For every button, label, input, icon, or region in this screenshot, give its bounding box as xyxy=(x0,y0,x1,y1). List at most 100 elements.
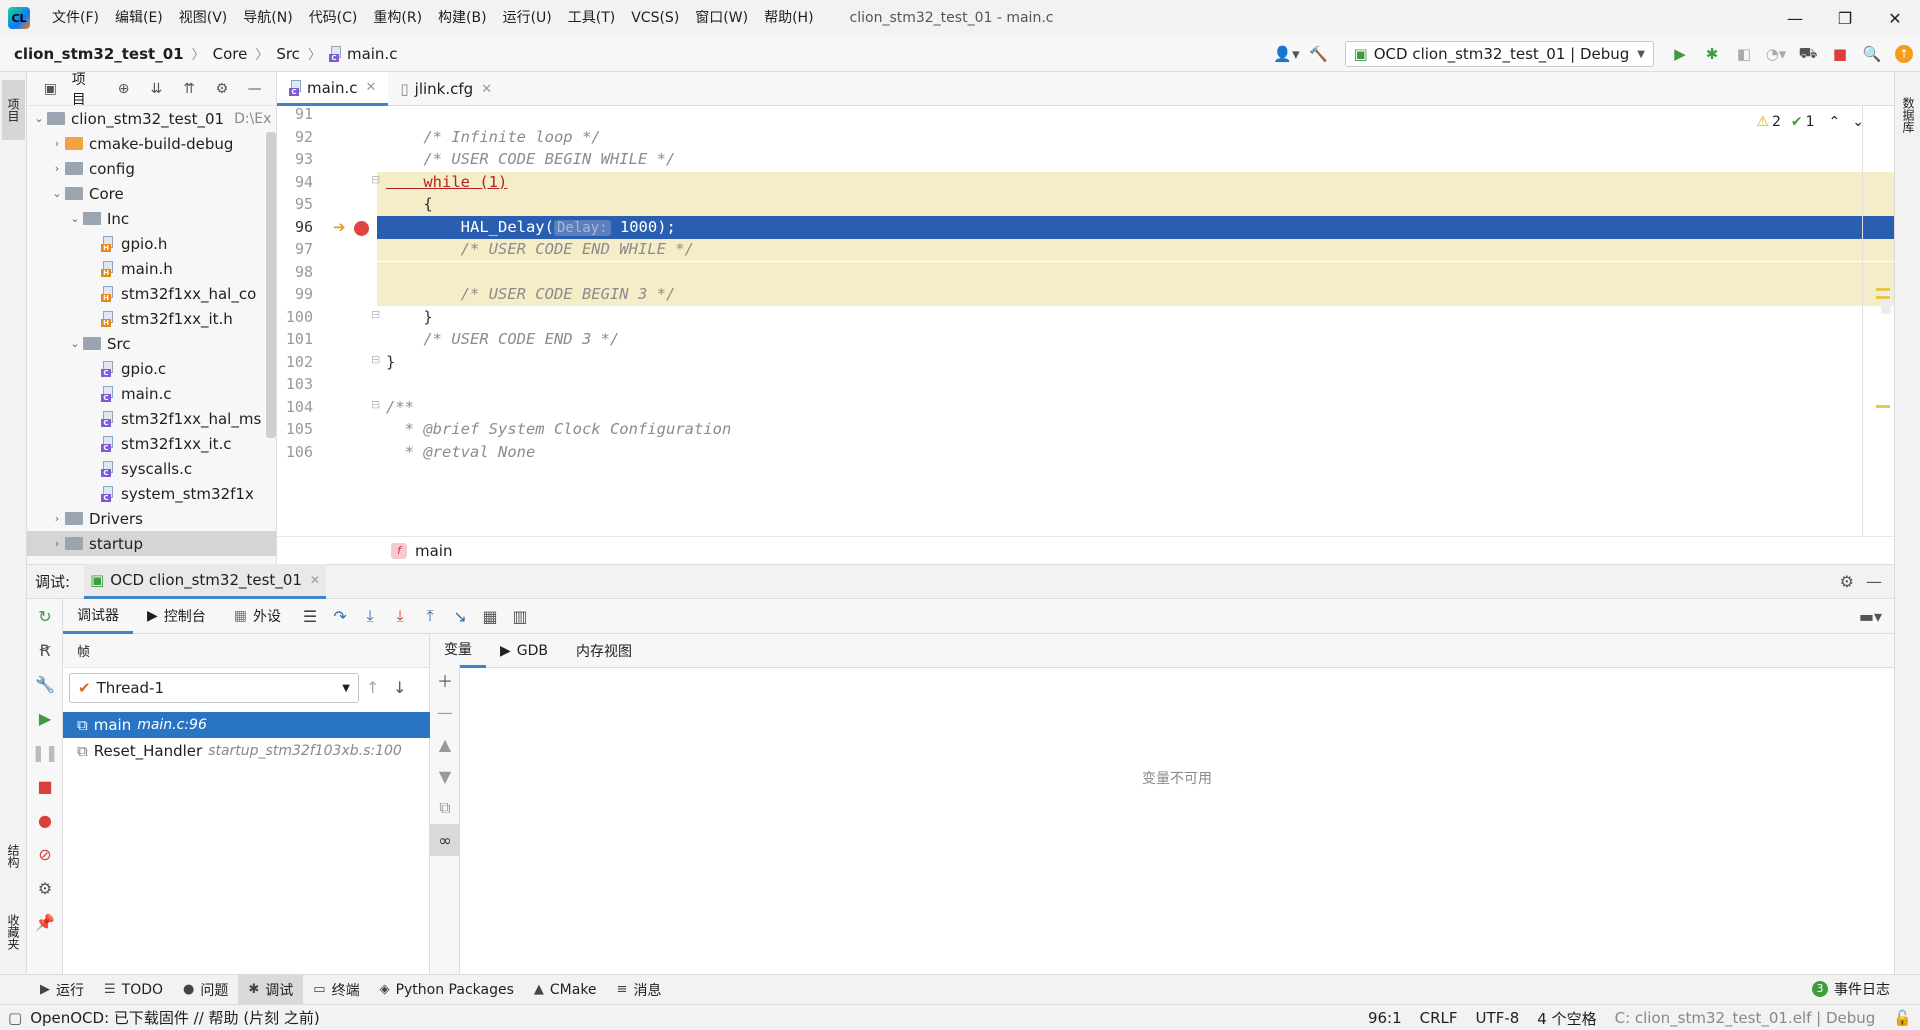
line-number[interactable]: 102 xyxy=(277,353,313,371)
restore-layout-icon[interactable]: ▬▾ xyxy=(1859,607,1882,626)
editor-gutter[interactable]: 91 92 93 94 ⊟ 95 96 ➔ 97 98 99 100 ⊟ 101 102 ⊟ 103 104 ⊟ 10… xyxy=(277,106,380,536)
line-number[interactable]: 106 xyxy=(277,443,313,461)
tab-console[interactable]: ▶ 控制台 xyxy=(133,599,220,634)
menu-item[interactable]: 窗口(W) xyxy=(687,0,756,36)
thread-select[interactable]: ✔ Thread-1 ▼ xyxy=(69,673,359,703)
chevron-down-icon[interactable]: ⌄ xyxy=(1852,114,1864,130)
user-icon[interactable]: 👤▾ xyxy=(1273,40,1301,68)
line-number[interactable]: 103 xyxy=(277,375,313,393)
chevron-right-icon[interactable]: › xyxy=(49,512,65,525)
code-line[interactable]: { xyxy=(386,195,432,213)
breakpoint-icon[interactable] xyxy=(354,220,369,236)
project-tool-tab[interactable]: 项目 xyxy=(2,80,25,140)
line-number[interactable]: 105 xyxy=(277,420,313,438)
layout-icon[interactable]: ▥ xyxy=(505,601,535,631)
lock-icon[interactable]: 🔓 xyxy=(1893,1009,1912,1027)
line-number[interactable]: 96 xyxy=(277,218,313,236)
caret-position[interactable]: 96:1 xyxy=(1368,1009,1402,1027)
line-number[interactable]: 99 xyxy=(277,285,313,303)
chevron-right-icon[interactable]: › xyxy=(49,137,65,150)
line-number[interactable]: 100 xyxy=(277,308,313,326)
close-tab-icon[interactable]: ✕ xyxy=(310,573,320,587)
code-editor[interactable]: 91 92 93 94 ⊟ 95 96 ➔ 97 98 99 100 ⊟ 101 102 ⊟ 103 104 ⊟ 10… xyxy=(277,106,1894,536)
fold-icon[interactable]: ⊟ xyxy=(371,353,380,366)
remove-watch-icon[interactable]: — xyxy=(430,696,460,728)
tree-item[interactable]: Hgpio.h xyxy=(27,231,276,256)
step-over-icon[interactable]: ↷ xyxy=(325,601,355,631)
move-up-icon[interactable]: ▲ xyxy=(430,728,460,760)
structure-tool-tab[interactable]: 结构 xyxy=(2,826,25,886)
attach-icon[interactable]: ⛟ xyxy=(1794,40,1822,68)
breadcrumb-project[interactable]: clion_stm32_test_01 xyxy=(14,45,184,63)
pin-icon[interactable]: 📌 xyxy=(27,905,63,939)
tree-item[interactable]: › config xyxy=(27,156,276,181)
line-number[interactable]: 101 xyxy=(277,330,313,348)
locate-icon[interactable]: ⊕ xyxy=(112,77,135,101)
chevron-down-icon[interactable]: ⌄ xyxy=(67,212,83,225)
gear-icon[interactable]: ⚙ xyxy=(1840,572,1854,591)
toolwindow-6[interactable]: ▲ CMake xyxy=(524,975,607,1005)
toolwindow-1[interactable]: ☰ TODO xyxy=(94,975,173,1005)
menu-item[interactable]: 导航(N) xyxy=(235,0,300,36)
code-line[interactable]: /** xyxy=(386,398,414,416)
tree-item[interactable]: ⌄ Inc xyxy=(27,206,276,231)
build-hammer-icon[interactable]: 🔨 xyxy=(1305,40,1333,68)
line-number[interactable]: 94 xyxy=(277,173,313,191)
tab-jlink-cfg[interactable]: ▯ jlink.cfg ✕ xyxy=(388,72,504,106)
tree-item[interactable]: Cmain.c xyxy=(27,381,276,406)
collapse-all-icon[interactable]: ⇈ xyxy=(178,77,201,101)
editor-scrollbar[interactable] xyxy=(1881,290,1891,314)
tab-main-c[interactable]: C main.c ✕ xyxy=(277,72,389,106)
fold-icon[interactable]: ⊟ xyxy=(371,308,380,321)
tree-item[interactable]: Cstm32f1xx_it.c xyxy=(27,431,276,456)
line-number[interactable]: 104 xyxy=(277,398,313,416)
project-view-icon[interactable]: ▣ xyxy=(39,77,62,101)
toolwindow-7[interactable]: ≡ 消息 xyxy=(607,975,672,1005)
reset-icon[interactable]: Ꞧ xyxy=(27,633,63,667)
toolwindow-4[interactable]: ▭ 终端 xyxy=(303,975,369,1005)
toolwindow-0[interactable]: ▶ 运行 xyxy=(30,975,94,1005)
tab-memory-view[interactable]: 内存视图 xyxy=(562,633,646,668)
tab-gdb[interactable]: ▶ GDB xyxy=(486,633,562,668)
step-into-icon[interactable]: ⤓ xyxy=(355,601,385,631)
tree-item[interactable]: ⌄ Src xyxy=(27,331,276,356)
event-log-button[interactable]: 3 事件日志 xyxy=(1812,974,1890,1004)
tree-item[interactable]: Cstm32f1xx_hal_ms xyxy=(27,406,276,431)
force-step-into-icon[interactable]: ⤓ xyxy=(385,601,415,631)
chevron-up-icon[interactable]: ⌃ xyxy=(1829,114,1841,130)
menu-item[interactable]: VCS(S) xyxy=(623,0,687,36)
menu-icon[interactable]: ☰ xyxy=(295,601,325,631)
line-number[interactable]: 91 xyxy=(277,106,313,123)
favorites-tool-tab[interactable]: 收藏夹 xyxy=(2,897,25,967)
next-frame-icon[interactable]: ↓ xyxy=(393,678,406,697)
previous-frame-icon[interactable]: ↑ xyxy=(366,678,379,697)
tree-item[interactable]: Csystem_stm32f1x xyxy=(27,481,276,506)
code-line[interactable]: /* Infinite loop */ xyxy=(386,128,600,146)
tree-item[interactable]: Hstm32f1xx_it.h xyxy=(27,306,276,331)
line-number[interactable]: 95 xyxy=(277,195,313,213)
chevron-down-icon[interactable]: ⌄ xyxy=(49,187,65,200)
file-encoding[interactable]: UTF-8 xyxy=(1476,1009,1520,1027)
code-line[interactable]: } xyxy=(386,353,395,371)
code-line[interactable]: * @retval None xyxy=(386,443,536,461)
tab-peripherals[interactable]: ▦ 外设 xyxy=(220,599,295,634)
toolwindow-5[interactable]: ◈ Python Packages xyxy=(370,975,524,1005)
breadcrumb-file[interactable]: main.c xyxy=(347,45,398,63)
stop-icon[interactable]: ■ xyxy=(27,769,63,803)
menu-item[interactable]: 视图(V) xyxy=(171,0,236,36)
status-message[interactable]: OpenOCD: 已下载固件 // 帮助 (片刻 之前) xyxy=(30,1007,320,1028)
menu-item[interactable]: 文件(F) xyxy=(44,0,107,36)
menu-item[interactable]: 工具(T) xyxy=(560,0,623,36)
rerun-icon[interactable]: ↻ xyxy=(27,599,63,633)
run-to-cursor-icon[interactable]: ↘ xyxy=(445,601,475,631)
breadcrumb-function[interactable]: main xyxy=(415,542,452,560)
tree-item[interactable]: ⌄ clion_stm32_test_01 D:\Ex xyxy=(27,106,276,131)
close-tab-icon[interactable]: ✕ xyxy=(481,82,492,97)
code-line[interactable]: HAL_Delay(Delay: 1000); xyxy=(386,218,676,236)
menu-item[interactable]: 代码(C) xyxy=(301,0,366,36)
tab-debugger[interactable]: 调试器 xyxy=(63,599,133,634)
debug-session-tab[interactable]: ▣ OCD clion_stm32_test_01 ✕ xyxy=(84,564,326,599)
chevron-down-icon[interactable]: ⌄ xyxy=(67,337,83,350)
search-icon[interactable]: 🔍 xyxy=(1858,40,1886,68)
frame-row[interactable]: ⧉ main main.c:96 xyxy=(63,712,430,738)
